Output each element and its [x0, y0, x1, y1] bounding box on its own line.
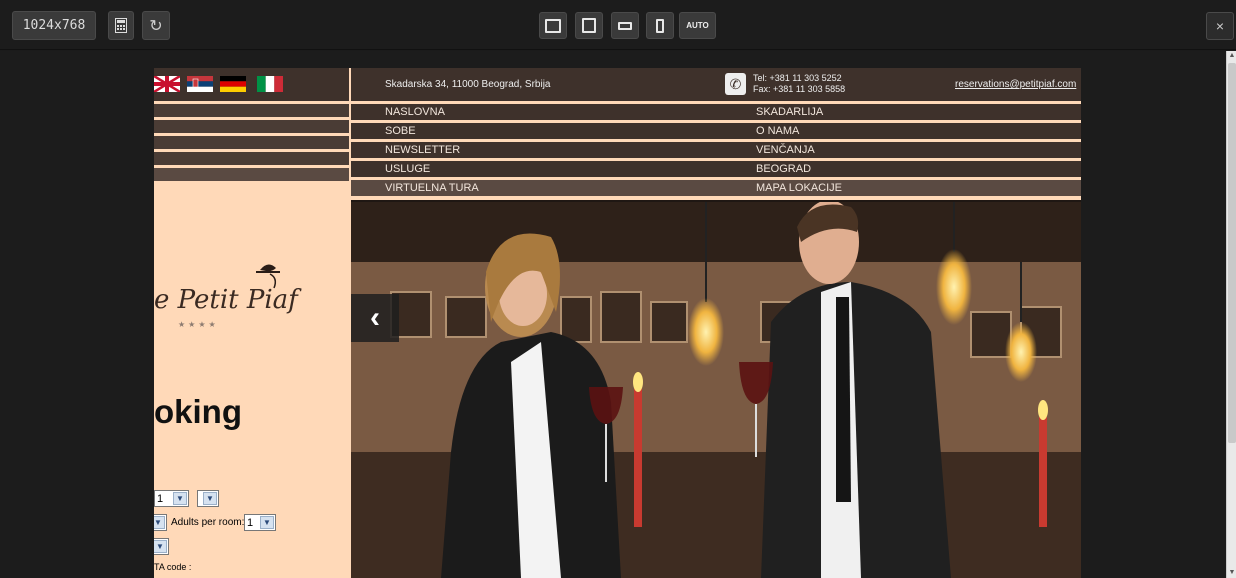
- rooms-select[interactable]: 1 ▼: [154, 490, 189, 507]
- hotel-logo[interactable]: e Petit Piaf ★★★★: [154, 248, 349, 348]
- phone-icon: [656, 18, 664, 33]
- nav-item-mapa-lokacije[interactable]: MAPA LOKACIJE: [756, 182, 842, 194]
- slideshow-prev-button[interactable]: ‹: [351, 294, 399, 342]
- iata-code-label: TA code :: [154, 562, 192, 572]
- device-desktop-button[interactable]: [539, 12, 567, 39]
- main-navigation: NASLOVNA SKADARLIJA SOBE O NAMA NEWSLETTER…: [351, 101, 1081, 200]
- resolution-display[interactable]: 1024x768: [12, 11, 96, 40]
- adults-select[interactable]: 1 ▼: [244, 514, 276, 531]
- tablet-landscape-icon: [618, 21, 632, 30]
- auto-size-button[interactable]: AUTO: [679, 12, 716, 39]
- nav-item-skadarlija[interactable]: SKADARLIJA: [756, 106, 823, 118]
- booking-title: oking: [154, 393, 242, 430]
- scroll-up-icon[interactable]: ▲: [1228, 52, 1236, 60]
- italy-flag-icon[interactable]: [257, 76, 283, 92]
- phone-fax-text: Tel: +381 11 303 5252 Fax: +381 11 303 5…: [753, 73, 846, 94]
- contact-bar: Skadarska 34, 11000 Beograd, Srbija ✆ Te…: [351, 68, 1081, 101]
- left-nav-bars: [154, 101, 349, 181]
- serbia-flag-icon[interactable]: [187, 76, 213, 92]
- scroll-thumb[interactable]: [1228, 63, 1236, 443]
- scroll-down-icon[interactable]: ▼: [1228, 569, 1236, 577]
- laptop-icon: [582, 18, 596, 33]
- germany-flag-icon[interactable]: [220, 76, 246, 92]
- calculator-button[interactable]: [108, 11, 134, 40]
- vertical-scrollbar[interactable]: ▲ ▼: [1226, 51, 1236, 578]
- address-text: Skadarska 34, 11000 Beograd, Srbija: [385, 79, 551, 90]
- nav-item-vencanja[interactable]: VENČANJA: [756, 144, 815, 156]
- phone-icon: ✆: [725, 73, 746, 95]
- close-icon: ×: [1215, 18, 1225, 34]
- email-link[interactable]: reservations@petitpiaf.com: [955, 79, 1076, 90]
- website-preview: e Petit Piaf ★★★★ oking 1 ▼ ▼ ▼ Adults pe…: [154, 68, 1081, 578]
- children-select[interactable]: ▼: [154, 514, 167, 531]
- refresh-icon: ↻: [149, 17, 163, 35]
- device-phone-button[interactable]: [646, 12, 674, 39]
- chevron-down-icon: ▼: [173, 492, 187, 505]
- desktop-icon: [545, 18, 561, 33]
- device-tablet-button[interactable]: [611, 12, 639, 39]
- preview-toolbar: 1024x768 ↻ AUTO ×: [0, 0, 1236, 50]
- close-button[interactable]: ×: [1206, 12, 1234, 40]
- chevron-left-icon: ‹: [370, 301, 380, 334]
- nav-item-newsletter[interactable]: NEWSLETTER: [385, 144, 460, 156]
- nav-item-usluge[interactable]: USLUGE: [385, 163, 430, 175]
- nav-item-virtuelna-tura[interactable]: VIRTUELNA TURA: [385, 182, 479, 194]
- extra-select[interactable]: ▼: [197, 490, 219, 507]
- calculator-icon: [115, 18, 127, 33]
- rotate-button[interactable]: ↻: [142, 11, 170, 40]
- adults-per-room-label: Adults per room:: [171, 517, 245, 528]
- logo-stars: ★★★★: [178, 320, 219, 329]
- device-laptop-button[interactable]: [575, 12, 603, 39]
- nav-item-o-nama[interactable]: O NAMA: [756, 125, 799, 137]
- uk-flag-icon[interactable]: [154, 76, 180, 92]
- chevron-down-icon: ▼: [154, 516, 165, 529]
- logo-text: e Petit Piaf: [154, 285, 298, 315]
- chevron-down-icon: ▼: [203, 492, 217, 505]
- nav-item-sobe[interactable]: SOBE: [385, 125, 416, 137]
- nav-item-naslovna[interactable]: NASLOVNA: [385, 106, 445, 118]
- main-column: Skadarska 34, 11000 Beograd, Srbija ✆ Te…: [351, 68, 1081, 578]
- hero-slideshow: ‹: [351, 202, 1081, 578]
- chevron-down-icon: ▼: [154, 540, 167, 553]
- language-bar: [154, 68, 349, 101]
- nights-select[interactable]: ▼: [154, 538, 169, 555]
- hero-photo: [351, 202, 1081, 578]
- chevron-down-icon: ▼: [260, 516, 274, 529]
- preview-stage: e Petit Piaf ★★★★ oking 1 ▼ ▼ ▼ Adults pe…: [0, 51, 1236, 578]
- nav-item-beograd[interactable]: BEOGRAD: [756, 163, 811, 175]
